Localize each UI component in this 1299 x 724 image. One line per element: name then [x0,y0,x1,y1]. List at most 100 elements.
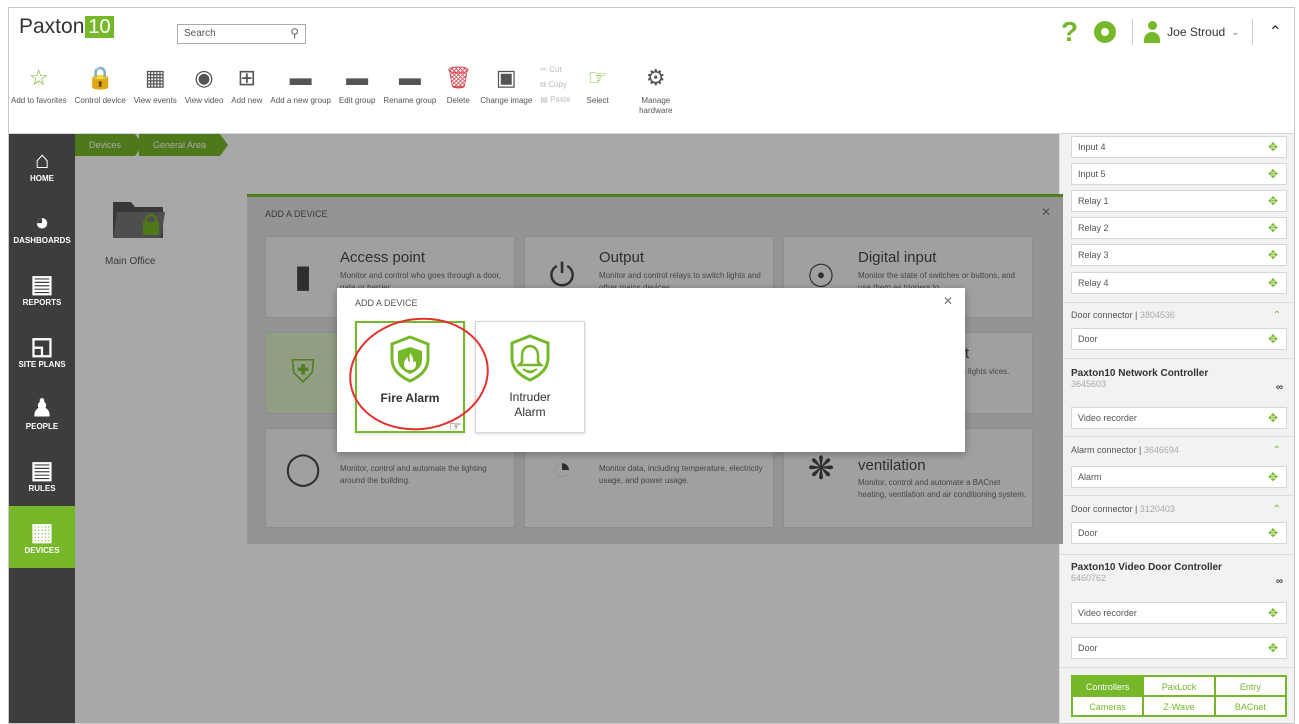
close-icon[interactable]: ✕ [1041,205,1051,219]
divider [1132,19,1134,45]
report-icon: ▤ [30,270,54,298]
sidebar-item-reports[interactable]: ▤ REPORTS [9,258,75,320]
rename-group-button[interactable]: ▬ Rename group [383,60,436,106]
move-icon[interactable]: ✥ [1268,194,1278,208]
manage-hardware-button[interactable]: ⚙ Manage hardware [631,60,681,115]
device-tree-panel: Input 4 ✥ Input 5 ✥ Relay 1 ✥ Relay 2 ✥ Rela… [1059,134,1294,723]
move-icon[interactable]: ✥ [1268,332,1278,346]
tab-paxlock[interactable]: PaxLock [1143,676,1215,696]
sidebar-item-dashboards[interactable]: ◕ DASHBOARDS [9,196,75,258]
star-icon: ☆ [28,65,49,90]
tab-bacnet[interactable]: BACnet [1214,696,1286,716]
settings-gear-icon[interactable] [1094,21,1117,43]
sidebar-item-devices[interactable]: ▦ DEVICES [9,506,75,568]
move-icon[interactable]: ✥ [1268,167,1278,181]
collapse-ribbon-icon[interactable]: ⌃ [1269,22,1282,42]
toolbar-ribbon: ☆ Add to favorites 🔒 Control device ▦ View … [11,60,689,115]
edit-group-button[interactable]: ▬ Edit group [339,60,375,106]
list-item[interactable]: Door ✥ [1071,637,1287,659]
network-controller-header[interactable]: Paxton10 Network Controller 3645603 ∞ [1071,368,1287,393]
delete-button[interactable]: 🗑 Delete [444,60,472,106]
list-item[interactable]: Input 5 ✥ [1071,163,1287,185]
fire-alarm-option[interactable]: Fire Alarm [355,321,465,433]
search-icon[interactable]: ⚲ [290,26,299,40]
tab-controllers[interactable]: Controllers [1072,676,1144,696]
search-input[interactable]: Search ⚲ [177,24,306,44]
video-door-controller-header[interactable]: Paxton10 Video Door Controller 6460762 ∞ [1071,562,1287,587]
link-icon[interactable]: ∞ [1276,576,1283,587]
list-item[interactable]: Video recorder ✥ [1071,602,1287,624]
camera-icon: ◉ [194,65,214,90]
move-icon[interactable]: ✥ [1268,248,1278,262]
image-icon: ▣ [495,65,517,90]
list-item[interactable]: Input 4 ✥ [1071,136,1287,158]
devices-icon: ▦ [30,518,54,546]
events-grid-icon: ▦ [144,65,166,90]
select-button[interactable]: ☞ Select [587,60,609,106]
alarm-connector-header[interactable]: Alarm connector | 3646694 ⌃ [1071,445,1287,456]
sidebar-item-rules[interactable]: ▤ RULES [9,444,75,506]
divider [1060,436,1294,437]
fire-shield-icon [390,335,430,383]
list-item[interactable]: Relay 4 ✥ [1071,272,1287,294]
move-icon[interactable]: ✥ [1268,526,1278,540]
list-item[interactable]: Relay 3 ✥ [1071,244,1287,266]
tab-entry[interactable]: Entry [1214,676,1286,696]
move-icon[interactable]: ✥ [1268,641,1278,655]
move-icon[interactable]: ✥ [1268,606,1278,620]
add-new-group-button[interactable]: ▬ Add a new group [270,60,331,106]
add-to-favorites-button[interactable]: ☆ Add to favorites [11,60,67,106]
chevron-up-icon[interactable]: ⌃ [1273,310,1281,321]
alarm-type-dialog: ADD A DEVICE ✕ Fire Alarm Intruder Alarm [337,288,965,452]
close-icon[interactable]: ✕ [943,294,953,308]
chevron-up-icon[interactable]: ⌃ [1273,504,1281,515]
divider [1060,302,1294,303]
list-item[interactable]: Relay 2 ✥ [1071,217,1287,239]
move-icon[interactable]: ✥ [1268,140,1278,154]
chevron-up-icon[interactable]: ⌃ [1273,445,1281,456]
sidebar-item-people[interactable]: ♟ PEOPLE [9,382,75,444]
chevron-down-icon[interactable]: ⌄ [1231,27,1239,38]
alarm-shield-icon: ⛨ [290,353,315,389]
user-area: ? Joe Stroud ⌄ ⌃ [1061,14,1294,50]
logo: Paxton 10 [19,15,114,39]
list-item[interactable]: Alarm ✥ [1071,466,1287,488]
copy-button[interactable]: ⧉ Copy [540,77,570,92]
cut-button[interactable]: ✂ Cut [540,62,570,77]
move-icon[interactable]: ✥ [1268,411,1278,425]
tab-cameras[interactable]: Cameras [1072,696,1144,716]
dialog-title: ADD A DEVICE [265,209,328,219]
sidebar-item-home[interactable]: ⌂ HOME [9,134,75,196]
add-new-button[interactable]: ⊞ Add new [231,60,262,106]
hand-pointer-icon: ☞ [587,65,608,90]
move-icon[interactable]: ✥ [1268,276,1278,290]
user-name[interactable]: Joe Stroud [1167,25,1225,39]
intruder-alarm-option[interactable]: Intruder Alarm [475,321,585,433]
home-icon: ⌂ [34,146,50,174]
move-icon[interactable]: ✥ [1268,470,1278,484]
paste-button[interactable]: ▤ Paste [540,92,570,107]
list-item[interactable]: Door ✥ [1071,522,1287,544]
tab-z-wave[interactable]: Z-Wave [1143,696,1215,716]
list-item[interactable]: Relay 1 ✥ [1071,190,1287,212]
link-icon[interactable]: ∞ [1276,382,1283,393]
list-item[interactable]: Door ✥ [1071,328,1287,350]
control-device-button[interactable]: 🔒 Control device [75,60,126,106]
move-icon[interactable]: ✥ [1268,221,1278,235]
change-image-button[interactable]: ▣ Change image [480,60,532,106]
divider [1060,495,1294,496]
folder-add-icon: ▬ [289,65,312,90]
door-connector-header[interactable]: Door connector | 3804536 ⌃ [1071,310,1287,321]
view-events-button[interactable]: ▦ View events [134,60,177,106]
view-video-button[interactable]: ◉ View video [185,60,224,106]
help-icon[interactable]: ? [1061,16,1078,48]
user-icon [1143,21,1161,43]
list-item[interactable]: Video recorder ✥ [1071,407,1287,429]
sidebar-item-site-plans[interactable]: ◱ SITE PLANS [9,320,75,382]
trash-icon: 🗑 [444,65,473,90]
add-grid-icon: ⊞ [237,65,257,90]
floorplan-icon: ◱ [30,332,54,360]
cog-icon: ⚙ [645,65,666,90]
door-connector-header[interactable]: Door connector | 3120403 ⌃ [1071,504,1287,515]
padlock-icon: 🔒 [86,65,114,90]
